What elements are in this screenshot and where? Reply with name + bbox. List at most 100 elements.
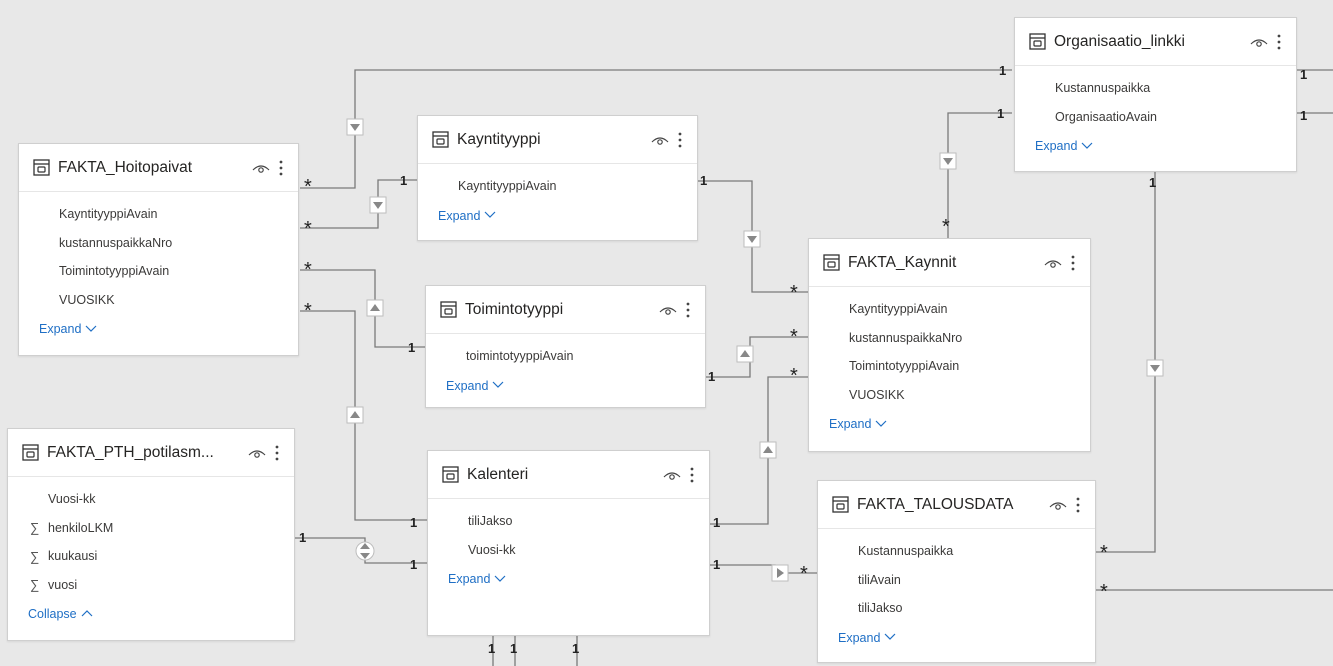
more-options-icon[interactable] (675, 132, 685, 148)
model-canvas[interactable]: FAKTA_Hoitopaivat KayntityyppiAvain kustan… (0, 0, 1333, 666)
field-row[interactable]: VUOSIKK (809, 381, 1090, 410)
relationship-line[interactable] (947, 112, 1012, 238)
table-card-fakta-kaynnit[interactable]: FAKTA_Kaynnit KayntityyppiAvain kustannusp… (808, 238, 1091, 452)
cardinality-many: * (304, 176, 312, 198)
table-header[interactable]: Kayntityyppi (418, 116, 697, 164)
table-card-kayntityyppi[interactable]: Kayntityyppi KayntityyppiAvain Expand (417, 115, 698, 241)
toggle-label: Expand (838, 630, 881, 645)
eye-icon[interactable] (1049, 499, 1067, 511)
table-title: FAKTA_PTH_potilasm... (47, 443, 214, 461)
table-icon (432, 131, 449, 148)
expand-button[interactable]: Expand (426, 373, 504, 393)
cardinality-many: * (1100, 542, 1108, 564)
field-name: kustannuspaikkaNro (59, 235, 173, 250)
chevron-down-icon (492, 380, 504, 391)
expand-button[interactable]: Expand (818, 625, 896, 645)
eye-icon[interactable] (659, 304, 677, 316)
table-header[interactable]: FAKTA_TALOUSDATA (818, 481, 1095, 529)
eye-icon[interactable] (252, 162, 270, 174)
field-row[interactable]: kustannuspaikkaNro (809, 324, 1090, 353)
field-row[interactable]: Vuosi-kk (8, 485, 294, 514)
expand-button[interactable]: Expand (809, 411, 887, 431)
relationship-line[interactable] (1096, 172, 1156, 553)
field-row[interactable]: kustannuspaikkaNro (19, 229, 298, 258)
cardinality-one: 1 (299, 530, 307, 545)
field-row[interactable]: Kustannuspaikka (1015, 74, 1296, 103)
field-row[interactable]: KayntityyppiAvain (19, 200, 298, 229)
toggle-label: Expand (829, 417, 872, 431)
table-card-fakta-talousdata[interactable]: FAKTA_TALOUSDATA Kustannuspaikka tiliAvain… (817, 480, 1096, 663)
field-name: KayntityyppiAvain (458, 179, 557, 194)
cardinality-one: 1 (1300, 67, 1308, 82)
field-name: VUOSIKK (59, 292, 115, 307)
table-icon (442, 466, 459, 483)
chevron-down-icon (875, 419, 887, 430)
field-row[interactable]: KayntityyppiAvain (809, 295, 1090, 324)
table-card-organisaatio-linkki[interactable]: Organisaatio_linkki Kustannuspaikka Organi… (1014, 17, 1297, 172)
more-options-icon[interactable] (1073, 497, 1083, 513)
table-header[interactable]: FAKTA_Kaynnit (809, 239, 1090, 287)
field-name: KayntityyppiAvain (59, 207, 158, 222)
field-name: Vuosi-kk (468, 542, 516, 557)
field-row[interactable]: tiliJakso (818, 594, 1095, 623)
table-card-fakta-hoitopaivat[interactable]: FAKTA_Hoitopaivat KayntityyppiAvain kustan… (18, 143, 299, 356)
table-title: Kalenteri (467, 465, 529, 483)
cardinality-one: 1 (1149, 175, 1157, 190)
table-card-kalenteri[interactable]: Kalenteri tiliJakso Vuosi-kk Expand (427, 450, 710, 636)
collapse-button[interactable]: Collapse (8, 601, 93, 621)
field-row[interactable]: toimintotyyppiAvain (426, 342, 705, 371)
more-options-icon[interactable] (272, 445, 282, 461)
relationship-line[interactable] (300, 269, 425, 348)
field-row[interactable]: KayntityyppiAvain (418, 172, 697, 201)
field-name: vuosi (48, 577, 78, 592)
expand-button[interactable]: Expand (19, 316, 97, 336)
table-card-fakta-pth[interactable]: FAKTA_PTH_potilasm... Vuosi-kk ∑ henkiloLKM… (7, 428, 295, 641)
more-options-icon[interactable] (687, 467, 697, 483)
more-options-icon[interactable] (1274, 34, 1284, 50)
eye-icon[interactable] (663, 469, 681, 481)
field-name: ToimintotyyppiAvain (59, 264, 170, 279)
table-header[interactable]: Kalenteri (428, 451, 709, 499)
more-options-icon[interactable] (1068, 255, 1078, 271)
filter-direction-icon (366, 299, 384, 317)
field-row[interactable]: ∑ henkiloLKM (8, 514, 294, 543)
toggle-label: Expand (438, 208, 481, 223)
expand-button[interactable]: Expand (428, 566, 506, 586)
eye-icon[interactable] (1044, 257, 1062, 269)
eye-icon[interactable] (248, 447, 266, 459)
relationship-line[interactable] (710, 376, 808, 525)
field-row[interactable]: OrganisaatioAvain (1015, 103, 1296, 132)
more-options-icon[interactable] (683, 302, 693, 318)
field-name: kuukausi (48, 549, 98, 564)
cardinality-one: 1 (700, 173, 708, 188)
table-title: FAKTA_Hoitopaivat (58, 158, 193, 176)
eye-icon[interactable] (1250, 36, 1268, 48)
field-row[interactable]: tiliAvain (818, 566, 1095, 595)
filter-direction-icon (369, 196, 387, 214)
table-header[interactable]: Organisaatio_linkki (1015, 18, 1296, 66)
cardinality-one: 1 (510, 641, 518, 656)
table-icon (33, 159, 50, 176)
cardinality-one: 1 (713, 515, 721, 530)
field-row[interactable]: tiliJakso (428, 507, 709, 536)
field-row[interactable]: ∑ vuosi (8, 571, 294, 600)
field-row[interactable]: ToimintotyyppiAvain (809, 352, 1090, 381)
field-row[interactable]: Vuosi-kk (428, 536, 709, 565)
table-header[interactable]: FAKTA_PTH_potilasm... (8, 429, 294, 477)
field-row[interactable]: ToimintotyyppiAvain (19, 257, 298, 286)
field-row[interactable]: Kustannuspaikka (818, 537, 1095, 566)
table-card-toimintotyyppi[interactable]: Toimintotyyppi toimintotyyppiAvain Expand (425, 285, 706, 408)
cardinality-many: * (304, 218, 312, 240)
table-header[interactable]: FAKTA_Hoitopaivat (19, 144, 298, 192)
cardinality-one: 1 (400, 173, 408, 188)
table-header[interactable]: Toimintotyyppi (426, 286, 705, 334)
table-icon (22, 444, 39, 461)
field-row[interactable]: ∑ kuukausi (8, 542, 294, 571)
expand-button[interactable]: Expand (1015, 133, 1093, 153)
eye-icon[interactable] (651, 134, 669, 146)
expand-button[interactable]: Expand (418, 203, 496, 223)
field-row[interactable]: VUOSIKK (19, 286, 298, 315)
cardinality-one: 1 (410, 557, 418, 572)
more-options-icon[interactable] (276, 160, 286, 176)
toggle-label: Expand (39, 322, 82, 336)
